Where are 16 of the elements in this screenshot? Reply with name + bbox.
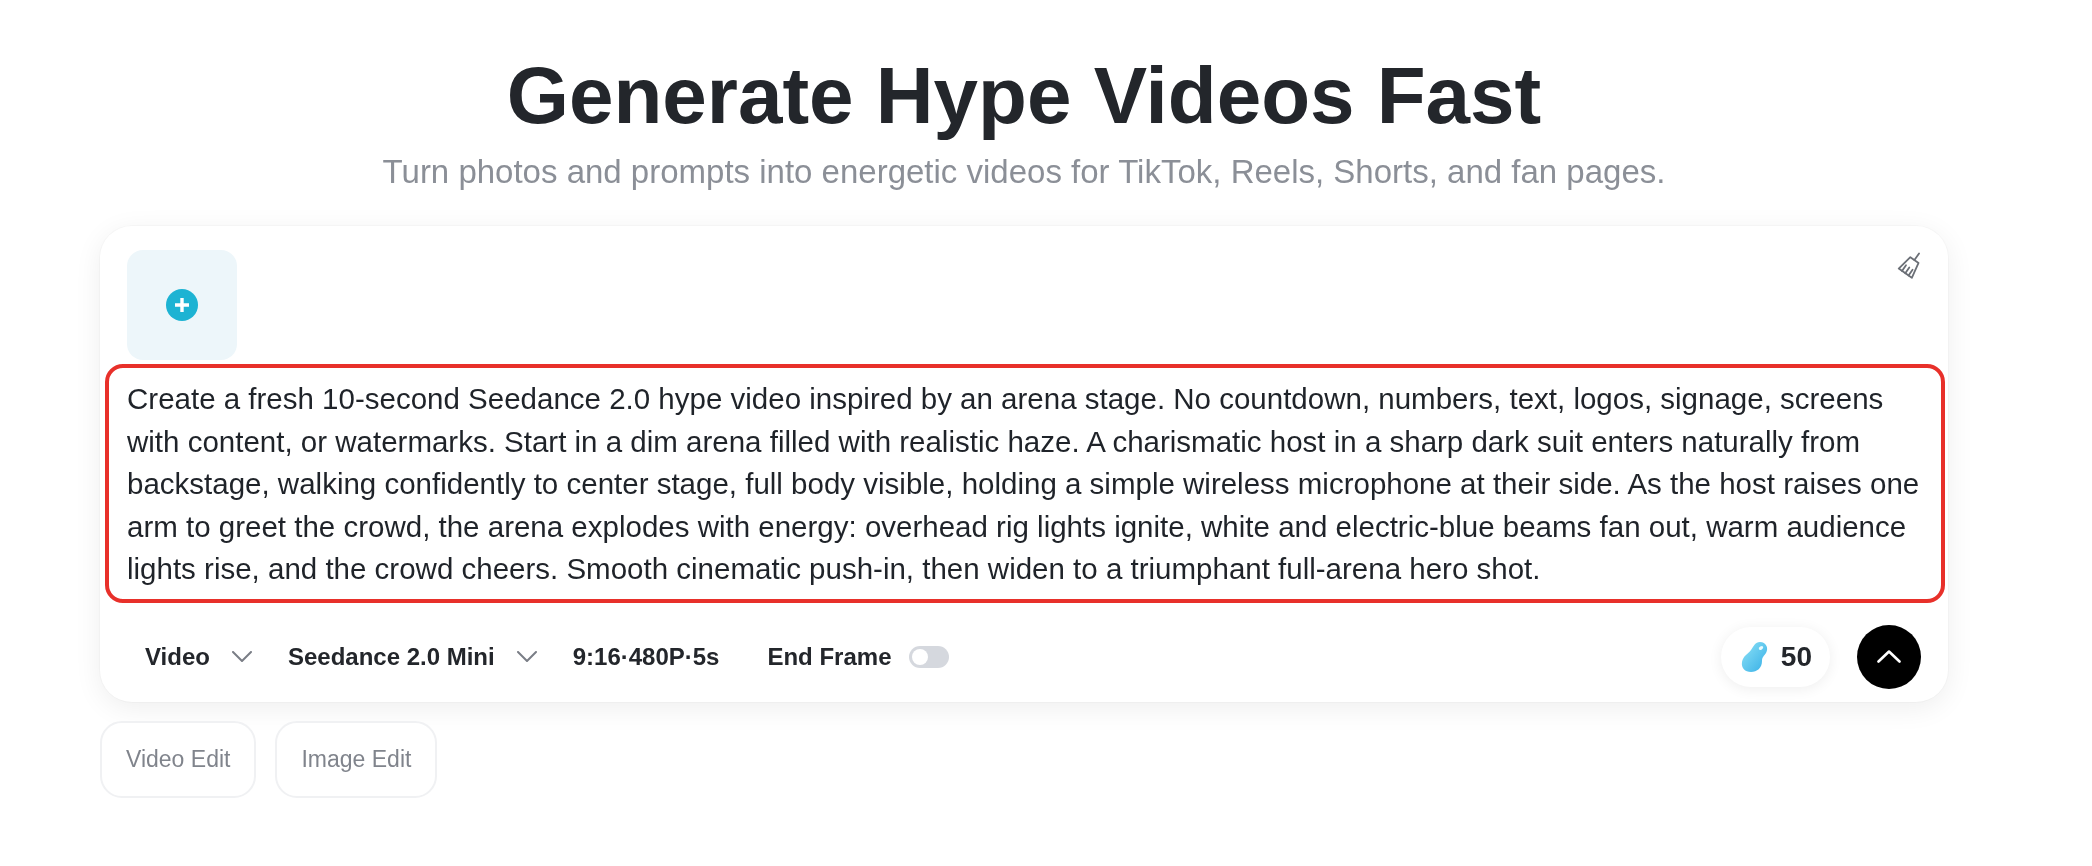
credits-count: 50 [1780,640,1812,673]
settings-selector[interactable]: 9:16·480P·5s [572,642,732,671]
page-subtitle: Turn photos and prompts into energetic videos for TikTok, Reels, Shorts, and fan pages. [382,152,1666,192]
toggle-label: End Frame [767,642,892,671]
dropdown[interactable]: Video [145,642,252,671]
shortcut-button[interactable]: Image Edit [275,720,438,798]
prompt-field[interactable]: Create a fresh 10-second Seedance 2.0 hype video inspired by an arena stage. No countdown, numbers, text, logos, signage, screens with content, or watermarks. Start in a dim arena filled with realistic haze. A charismatic host in a sharp dark suit enters naturally from backstage, walking confidently to center stage, full body visible, holding a simple wireless microphone at their side. As the host raises one arm to greet the crowd, the arena explodes with energy: overhead rig lights ignite, white and electric-blue beams fan out, warm audience lights rise, and the crowd cheers. Smooth cinematic push-in, then widen to a triumphant full-arena hero shot. [105,364,1945,603]
toggle-switch[interactable] [909,645,950,668]
plus-icon [166,289,198,321]
chevron-up-icon [1877,650,1901,664]
chevron-down-icon [231,651,252,663]
page-title: Generate Hype Videos Fast [506,50,1542,142]
bean-icon [1740,640,1769,673]
dropdown[interactable]: Seedance 2.0 Mini [287,642,537,671]
chevron-down-icon [516,651,537,663]
shortcut-button[interactable]: Video Edit [100,720,257,798]
